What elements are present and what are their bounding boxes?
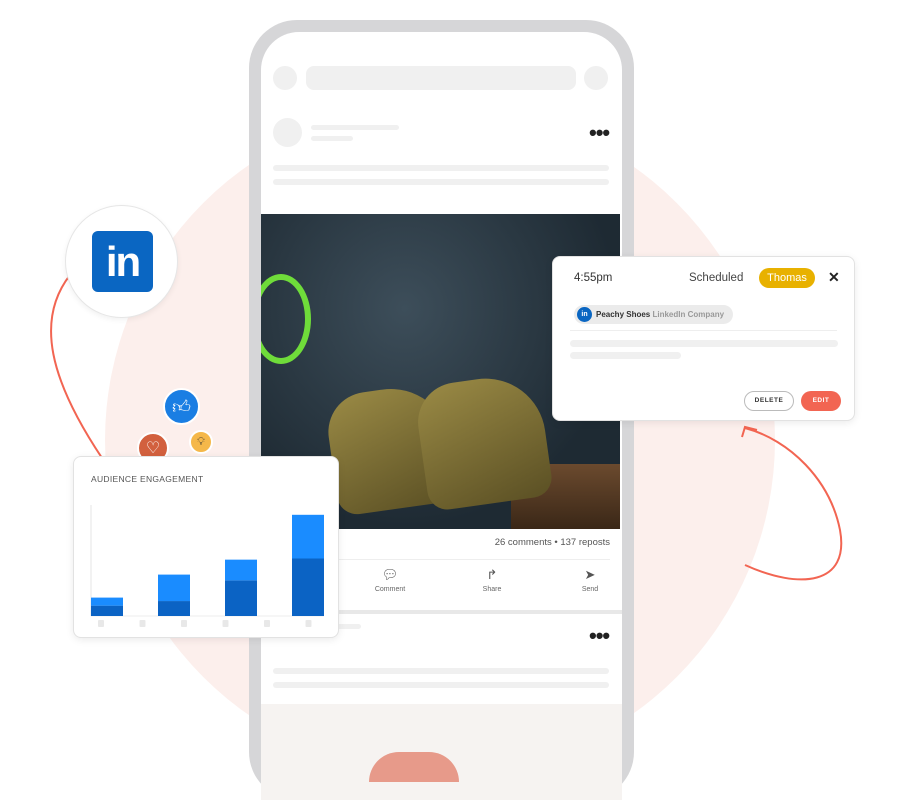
bar-1-segment-2 xyxy=(91,597,123,606)
engagement-chart xyxy=(90,505,324,627)
x-tick-placeholder xyxy=(181,620,187,627)
account-type: LinkedIn Company xyxy=(652,310,725,319)
lightbulb-icon: 💡︎ xyxy=(189,430,213,454)
skeleton-line xyxy=(570,352,681,359)
thumbs-up-icon: 👍︎ xyxy=(163,388,200,425)
x-tick-placeholder xyxy=(264,620,270,627)
edit-button[interactable]: EDIT xyxy=(801,391,841,411)
scheduled-post-card: 4:55pm Scheduled Thomas ✕ in Peachy Shoe… xyxy=(552,256,855,421)
bar-4-segment-2 xyxy=(292,514,324,559)
x-tick-placeholder xyxy=(222,620,229,627)
x-tick-placeholder xyxy=(139,620,146,627)
bar-3-segment-1 xyxy=(225,580,257,616)
bar-1-segment-1 xyxy=(91,605,123,616)
assignee-badge[interactable]: Thomas xyxy=(759,268,815,288)
x-tick-placeholder xyxy=(305,620,312,627)
status-label: Scheduled xyxy=(689,272,744,284)
bar-2-segment-2 xyxy=(158,574,190,602)
audience-engagement-card: AUDIENCE ENGAGEMENT xyxy=(73,456,339,638)
bar-2-segment-1 xyxy=(158,601,190,616)
bar-4-segment-1 xyxy=(292,558,324,616)
account-name: Peachy Shoes xyxy=(596,310,651,319)
divider xyxy=(570,330,837,331)
skeleton-line xyxy=(570,340,838,347)
x-tick-placeholder xyxy=(98,620,104,627)
account-chip[interactable]: in Peachy Shoes LinkedIn Company xyxy=(574,305,734,324)
linkedin-badge: in xyxy=(65,205,178,318)
delete-button[interactable]: DELETE xyxy=(744,391,794,411)
close-icon[interactable]: ✕ xyxy=(828,269,840,286)
linkedin-icon: in xyxy=(577,307,592,322)
linkedin-logo: in xyxy=(92,231,153,292)
arrow-line xyxy=(744,427,843,581)
bar-3-segment-2 xyxy=(225,559,257,581)
scheduled-time: 4:55pm xyxy=(574,272,613,284)
